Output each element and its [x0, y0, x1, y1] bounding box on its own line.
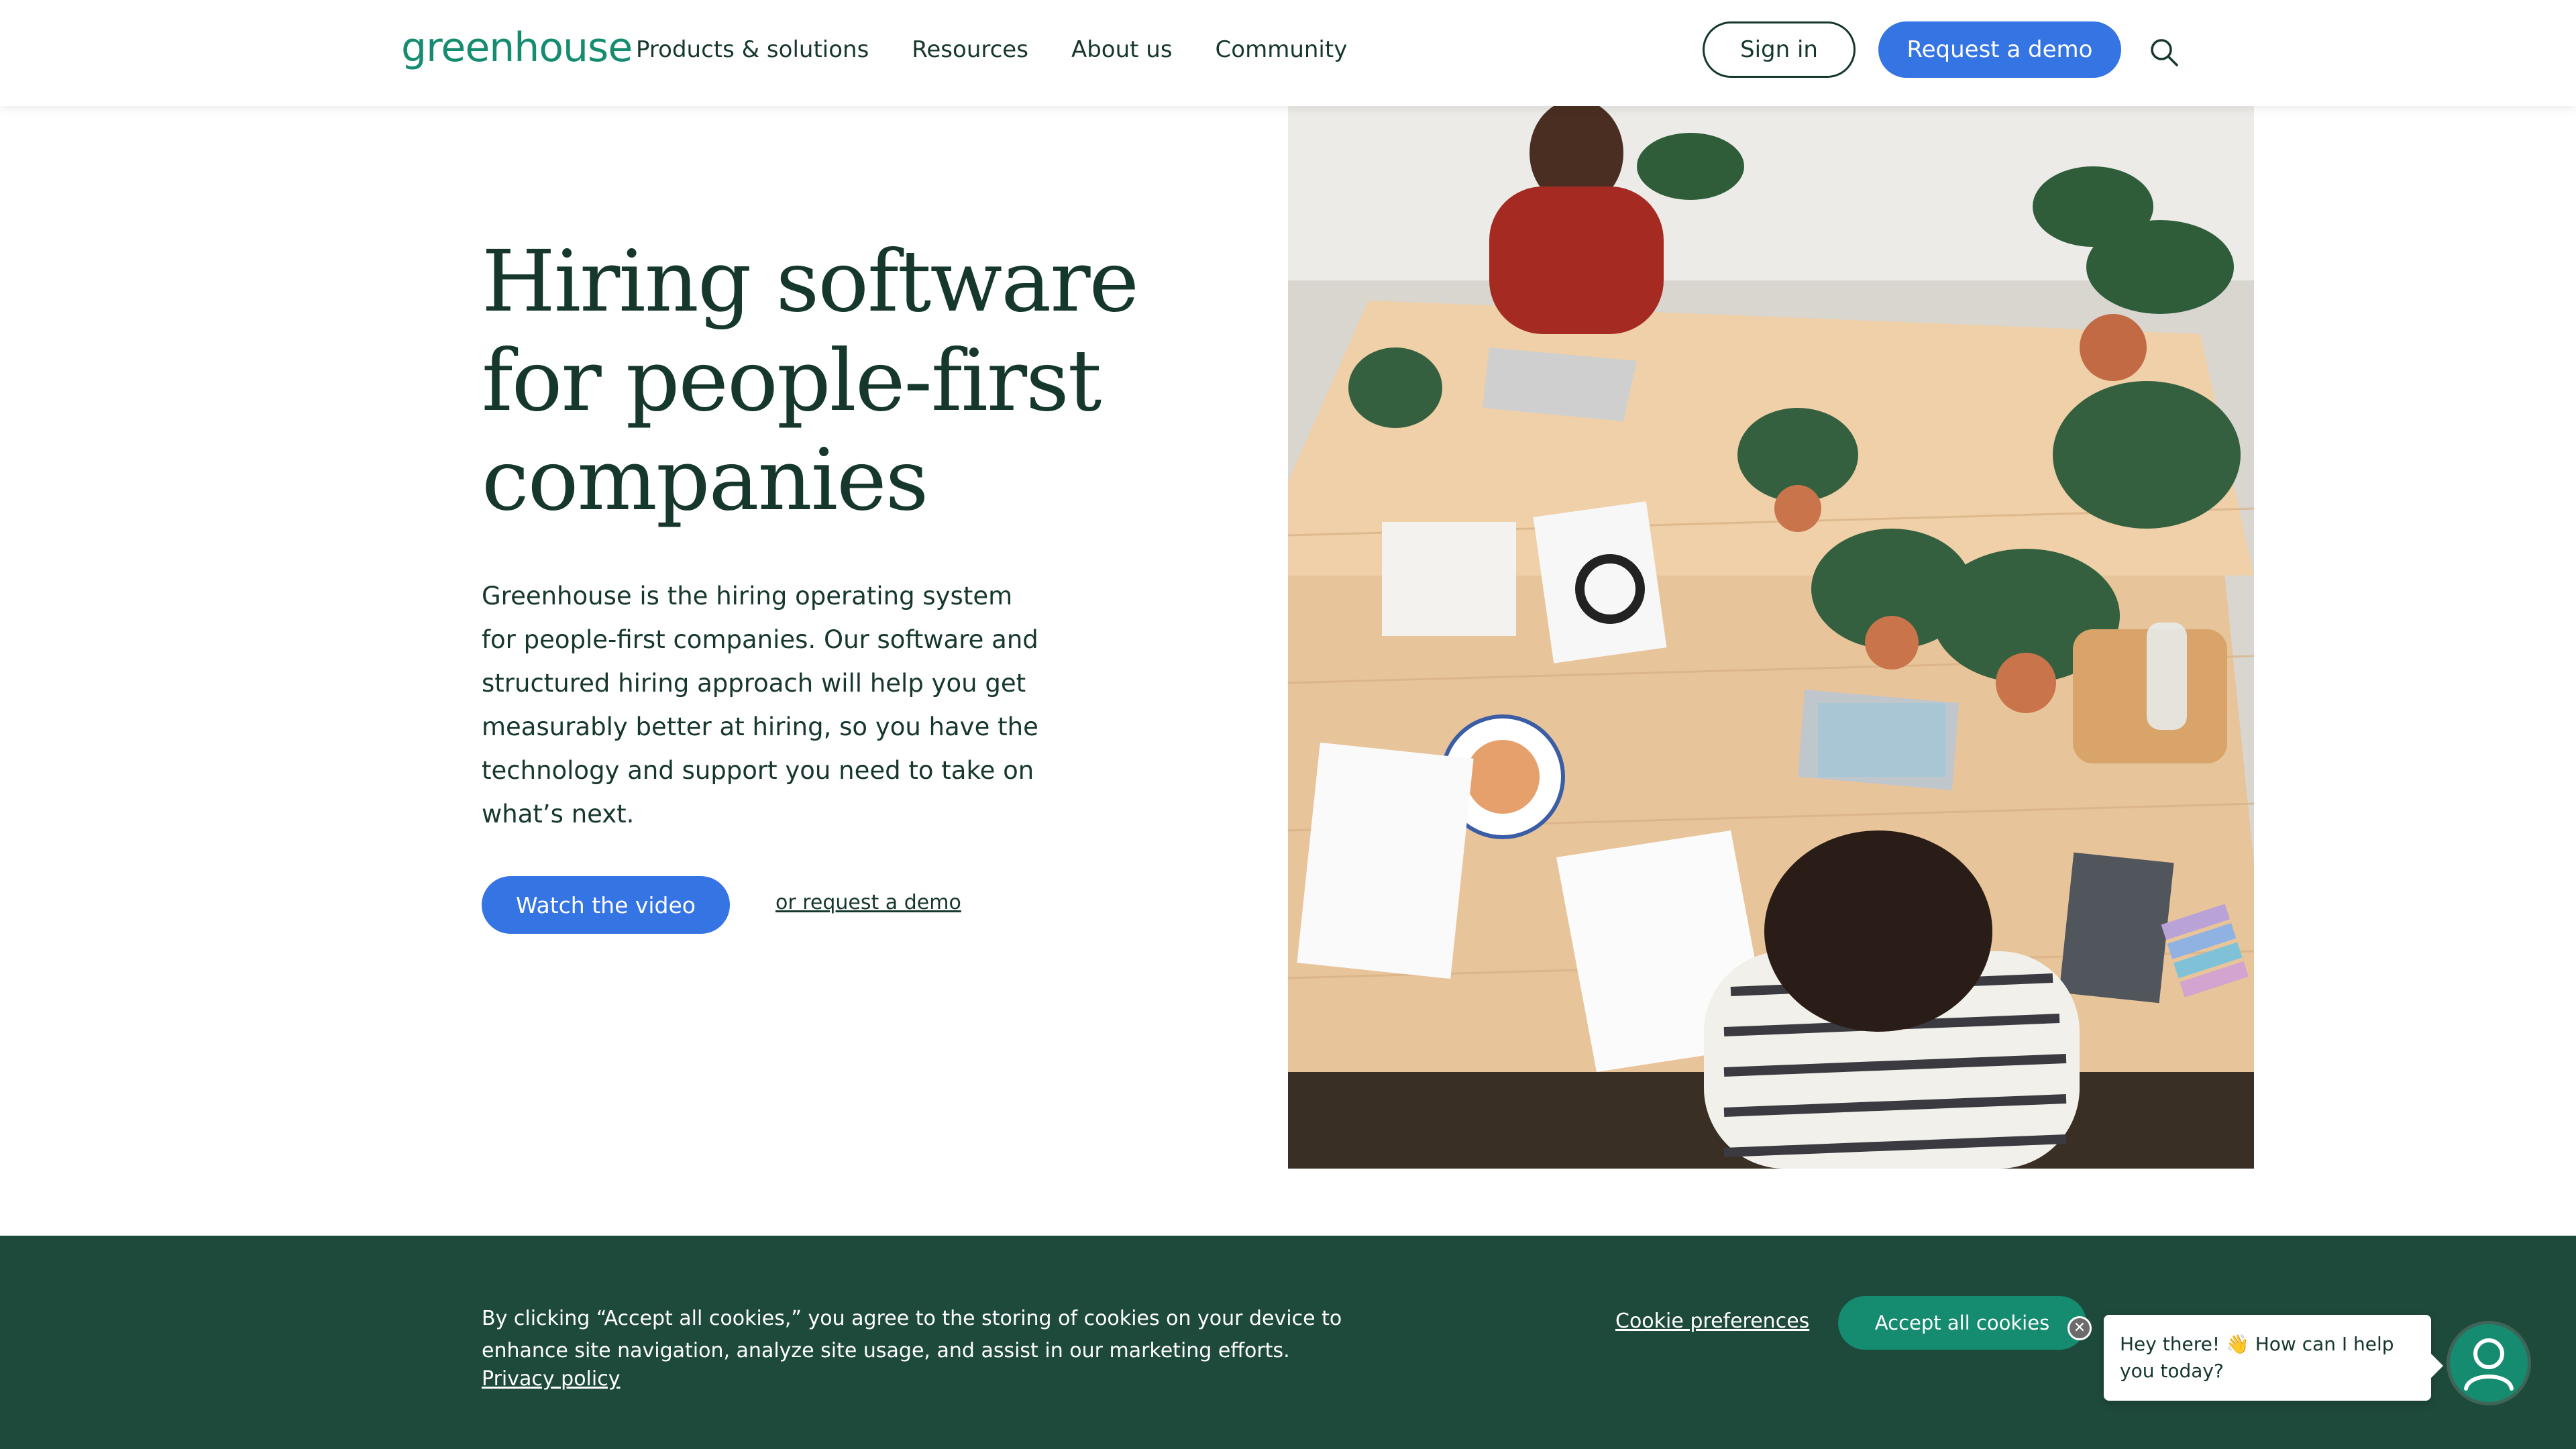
chat-launcher-button[interactable] [2450, 1324, 2528, 1402]
hero-description: Greenhouse is the hiring operating syste… [482, 582, 1038, 828]
main-nav: Products & solutions Resources About us … [636, 36, 1390, 63]
watch-video-button[interactable]: Watch the video [482, 876, 730, 934]
privacy-policy-link[interactable]: Privacy policy [482, 1367, 620, 1391]
search-icon[interactable] [2148, 36, 2180, 68]
nav-resources[interactable]: Resources [912, 36, 1028, 63]
cookie-preferences-link[interactable]: Cookie preferences [1615, 1309, 1809, 1333]
accept-all-cookies-button[interactable]: Accept all cookies [1838, 1296, 2086, 1350]
hero-image [1288, 106, 2254, 1169]
cookie-consent-text: By clicking “Accept all cookies,” you ag… [482, 1307, 1342, 1362]
nav-community[interactable]: Community [1216, 36, 1348, 63]
office-table-photo [1288, 106, 2254, 1169]
sign-in-button[interactable]: Sign in [1703, 21, 1856, 78]
chat-greeting-bubble[interactable]: Hey there! 👋 How can I help you today? [2104, 1315, 2443, 1401]
request-demo-button[interactable]: Request a demo [1878, 21, 2121, 78]
nav-products-solutions[interactable]: Products & solutions [636, 36, 869, 63]
request-demo-link[interactable]: or request a demo [775, 891, 961, 914]
chat-close-icon[interactable]: ✕ [2068, 1316, 2092, 1340]
user-avatar-icon [2464, 1338, 2514, 1391]
hero-title: Hiring software for people-first compani… [482, 232, 1139, 529]
site-header: greenhouse Products & solutions Resource… [0, 0, 2576, 106]
nav-about-us[interactable]: About us [1071, 36, 1173, 63]
greenhouse-logo[interactable]: greenhouse [401, 24, 633, 71]
